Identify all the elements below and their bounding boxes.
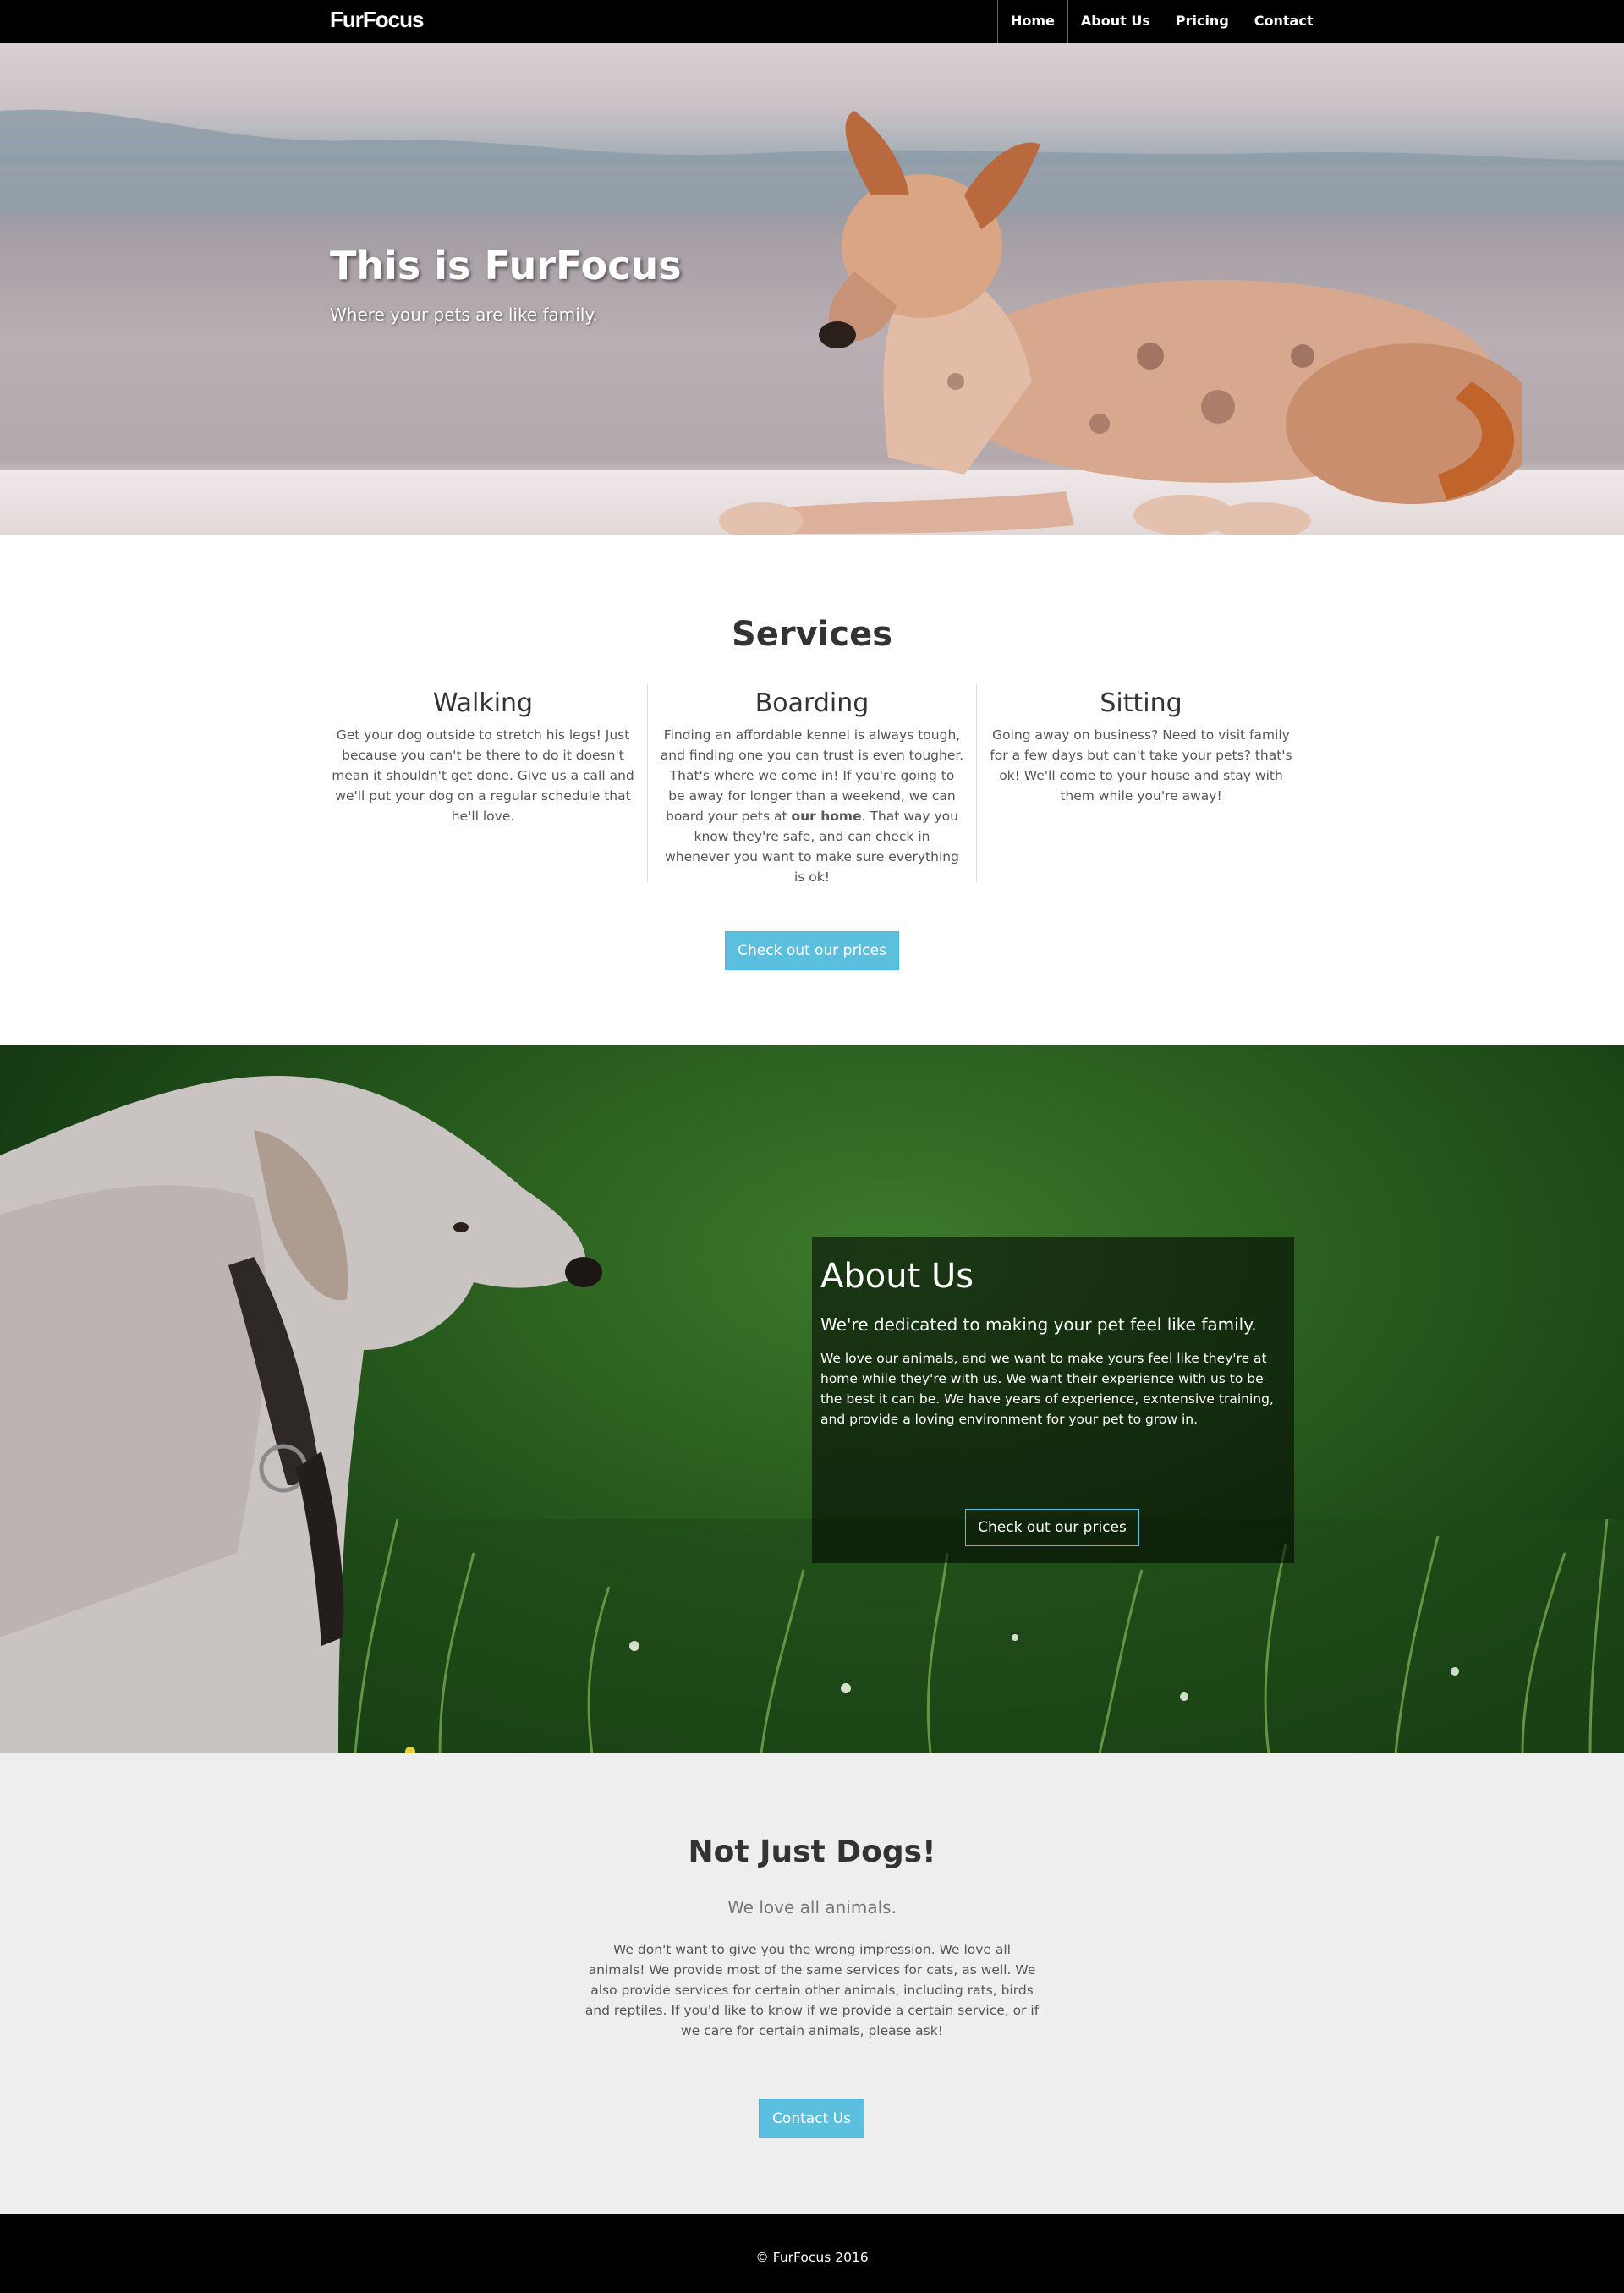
service-description: Going away on business? Need to visit fa… (990, 727, 1292, 804)
nav-link-about-us[interactable]: About Us (1068, 0, 1163, 43)
not-just-dogs-section: Not Just Dogs! We love all animals. We d… (0, 1753, 1624, 2214)
services-section: Services Walking Get your dog outside to… (0, 535, 1624, 1045)
not-just-dogs-heading: Not Just Dogs! (688, 1835, 936, 1869)
main-nav: Home About Us Pricing Contact (997, 0, 1325, 43)
contact-us-button[interactable]: Contact Us (759, 2099, 864, 2138)
not-just-dogs-description: We don't want to give you the wrong impr… (584, 1942, 1040, 2038)
nav-link-home[interactable]: Home (997, 0, 1068, 43)
about-description: We love our animals, and we want to make… (820, 1351, 1274, 1427)
nav-link-pricing[interactable]: Pricing (1163, 0, 1242, 43)
service-boarding: Boarding Finding an affordable kennel is… (648, 688, 976, 887)
service-description: Finding an affordable kennel is always t… (648, 725, 976, 887)
footer: © FurFocus 2016 (0, 2214, 1624, 2293)
not-just-dogs-lead: We love all animals. (727, 1897, 897, 1917)
service-walking: Walking Get your dog outside to stretch … (319, 688, 647, 826)
about-section: About Us We're dedicated to making your … (0, 1045, 1624, 1753)
hero-subtitle: Where your pets are like family. (330, 304, 598, 325)
service-sitting: Sitting Going away on business? Need to … (977, 688, 1305, 806)
hero-dog-image (719, 111, 1522, 535)
about-content-box: About Us We're dedicated to making your … (812, 1237, 1294, 1563)
check-prices-button[interactable]: Check out our prices (725, 931, 899, 970)
brand-logo[interactable]: FurFocus (330, 7, 424, 33)
about-dog-image (0, 1076, 602, 1753)
copyright-text: © FurFocus 2016 (755, 2250, 869, 2265)
hero-section: This is FurFocus Where your pets are lik… (0, 43, 1624, 535)
about-lead: We're dedicated to making your pet feel … (820, 1314, 1257, 1335)
hero-title: This is FurFocus (330, 243, 682, 288)
service-title: Boarding (754, 688, 870, 718)
service-text-bold: our home (791, 809, 862, 824)
navbar: FurFocus Home About Us Pricing Contact (0, 0, 1624, 43)
service-title: Walking (432, 688, 534, 718)
about-check-prices-button[interactable]: Check out our prices (965, 1509, 1139, 1546)
nav-link-contact[interactable]: Contact (1242, 0, 1326, 43)
service-description: Get your dog outside to stretch his legs… (332, 727, 634, 824)
service-title: Sitting (1100, 688, 1182, 718)
services-heading: Services (731, 615, 893, 654)
about-heading: About Us (820, 1257, 974, 1296)
